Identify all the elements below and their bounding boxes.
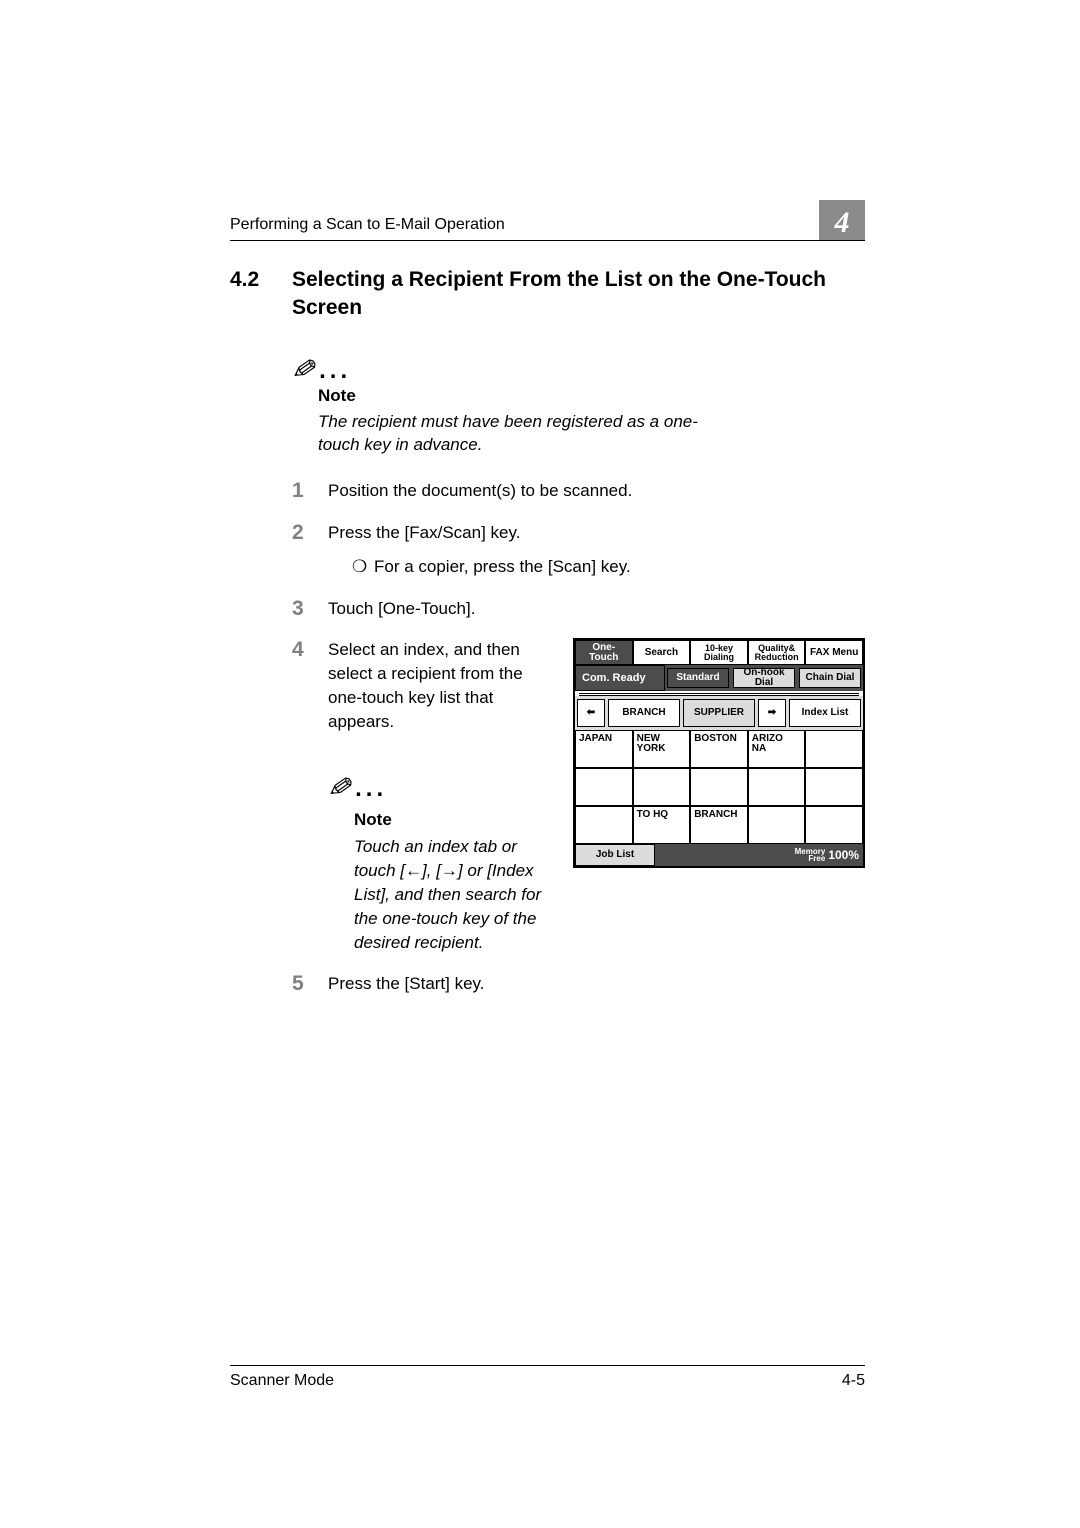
one-touch-key[interactable]	[805, 768, 863, 806]
arrow-left-icon: ⬅	[587, 708, 595, 718]
running-header: Performing a Scan to E-Mail Operation	[230, 216, 865, 241]
one-touch-key[interactable]	[633, 768, 691, 806]
note-block-2: ✎... Note Touch an index tab or touch [←…	[328, 768, 555, 955]
pencil-icon: ✎	[289, 351, 320, 390]
memory-status: MemoryFree 100%	[655, 844, 863, 866]
step-number-5: 5	[292, 972, 328, 996]
tab-search[interactable]: Search	[633, 640, 691, 665]
tab-fax-menu[interactable]: FAX Menu	[805, 640, 863, 665]
one-touch-key[interactable]	[575, 768, 633, 806]
nav-next-button[interactable]: ➡	[758, 699, 786, 727]
one-touch-key[interactable]: TO HQ	[633, 806, 691, 844]
tab-one-touch[interactable]: One-Touch	[575, 640, 633, 665]
one-touch-key[interactable]	[805, 806, 863, 844]
one-touch-key[interactable]	[748, 806, 806, 844]
one-touch-key[interactable]: BOSTON	[690, 730, 748, 768]
step-number-3: 3	[292, 597, 328, 621]
running-header-text: Performing a Scan to E-Mail Operation	[230, 216, 505, 233]
pill-on-hook-dial[interactable]: On-hook Dial	[733, 668, 795, 688]
sub-bullet-char: ❍	[352, 555, 374, 579]
tab-quality-reduction[interactable]: Quality& Reduction	[748, 640, 806, 665]
step-text-4: Select an index, and then select a recip…	[328, 638, 538, 733]
one-touch-key[interactable]	[690, 768, 748, 806]
index-list-button[interactable]: Index List	[789, 699, 861, 727]
tab-10-key-dialing[interactable]: 10-key Dialing	[690, 640, 748, 665]
nav-prev-button[interactable]: ⬅	[577, 699, 605, 727]
arrow-right-icon: ➡	[768, 708, 776, 718]
chapter-badge: 4	[819, 200, 865, 240]
one-touch-key[interactable]: NEW YORK	[633, 730, 691, 768]
footer-right: 4-5	[842, 1372, 865, 1390]
pill-standard[interactable]: Standard	[667, 668, 729, 688]
one-touch-key[interactable]: BRANCH	[690, 806, 748, 844]
pill-chain-dial[interactable]: Chain Dial	[799, 668, 861, 688]
pencil-icon: ✎	[325, 766, 357, 812]
index-tab-branch[interactable]: BRANCH	[608, 699, 680, 727]
step-text-3: Touch [One-Touch].	[328, 597, 865, 621]
note-label-2: Note	[354, 808, 555, 832]
step-number-4: 4	[292, 638, 328, 954]
step-text-5: Press the [Start] key.	[328, 972, 865, 996]
one-touch-panel: One-Touch Search 10-key Dialing Quality&…	[573, 638, 865, 868]
one-touch-key[interactable]	[805, 730, 863, 768]
section-number: 4.2	[230, 266, 292, 323]
status-com-ready: Com. Ready	[575, 665, 665, 691]
memory-percent: 100%	[828, 847, 859, 864]
step-text-1: Position the document(s) to be scanned.	[328, 479, 865, 503]
step-2-sub: For a copier, press the [Scan] key.	[374, 555, 631, 579]
note-text-2: Touch an index tab or touch [←], [→] or …	[354, 835, 555, 954]
one-touch-key[interactable]: JAPAN	[575, 730, 633, 768]
step-number-2: 2	[292, 521, 328, 579]
section-title: Selecting a Recipient From the List on t…	[292, 266, 865, 323]
one-touch-key[interactable]	[575, 806, 633, 844]
step-number-1: 1	[292, 479, 328, 503]
footer-left: Scanner Mode	[230, 1372, 334, 1390]
one-touch-key[interactable]: ARIZO NA	[748, 730, 806, 768]
one-touch-key[interactable]	[748, 768, 806, 806]
note-block-1: ✎... Note The recipient must have been r…	[292, 353, 865, 458]
step-text-2: Press the [Fax/Scan] key.	[328, 521, 865, 545]
one-touch-grid: JAPAN NEW YORK BOSTON ARIZO NA	[575, 730, 863, 844]
note-text-1: The recipient must have been registered …	[318, 410, 738, 458]
note-label-1: Note	[318, 386, 865, 406]
note-dots: ...	[355, 775, 387, 802]
memory-label-bottom: Free	[808, 854, 825, 863]
note-dots: ...	[319, 357, 351, 384]
chapter-number: 4	[835, 208, 850, 240]
index-tab-supplier[interactable]: SUPPLIER	[683, 699, 755, 727]
job-list-button[interactable]: Job List	[575, 844, 655, 866]
